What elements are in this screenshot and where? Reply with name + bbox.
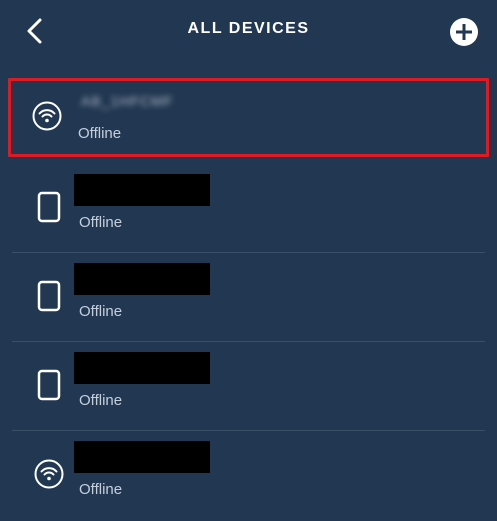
device-status: Offline [79,481,123,498]
device-status: Offline [79,214,123,231]
tablet-icon [34,368,64,402]
device-name-redacted [74,263,210,295]
tablet-icon [34,190,64,224]
device-row[interactable]: Offline [12,431,485,519]
page-title: ALL DEVICES [187,20,310,37]
device-status: Offline [79,303,123,320]
tablet-icon [34,279,64,313]
device-row[interactable]: Offline [12,253,485,342]
device-row[interactable]: Offline [12,342,485,431]
wifi-icon [34,457,64,491]
device-name-redacted [74,174,210,206]
header: ALL DEVICES [0,0,497,64]
device-row[interactable]: AB_1HFCMF Offline [8,78,489,157]
device-status: Offline [79,392,123,409]
device-row[interactable]: Offline [12,164,485,253]
add-device-button[interactable] [449,17,479,47]
device-status: Offline [78,125,122,142]
device-name-redacted: AB_1HFCMF [81,93,174,109]
wifi-icon [32,99,62,133]
device-name-redacted [74,352,210,384]
device-list: AB_1HFCMF Offline Offline Offline Offlin… [0,78,497,519]
plus-circle-icon [450,18,478,46]
device-name-redacted [74,441,210,473]
app-screen: ALL DEVICES AB_1HFCMF Offline Offline Of… [0,0,497,521]
